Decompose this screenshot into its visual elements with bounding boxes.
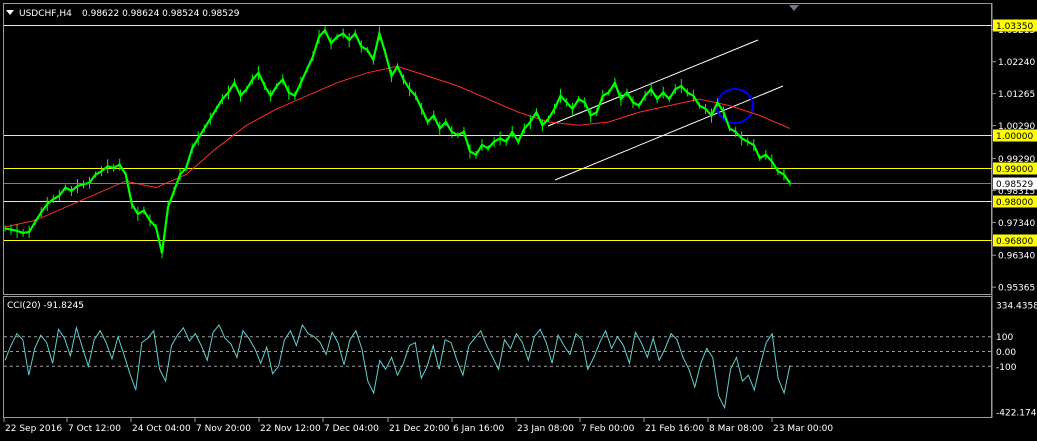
cci-axis-ticks: 334.4358 100 0.00 -100 -422.1749 <box>996 302 1037 419</box>
level-tag-text: 1.00000 <box>996 132 1033 142</box>
time-tick-label: 7 Oct 12:00 <box>68 424 121 434</box>
price-tick-label: 1.01265 <box>998 90 1035 100</box>
cci-tick-label: 100 <box>996 333 1013 343</box>
annotations <box>547 39 784 181</box>
main-pane-frame <box>3 3 992 295</box>
cci-tick-label: -100 <box>996 363 1017 373</box>
price-tick-label: 1.02240 <box>998 58 1035 68</box>
cci-title: CCI(20) -91.8245 <box>7 301 84 311</box>
time-tick-label: 21 Feb 16:00 <box>645 424 704 434</box>
menu-arrow-icon[interactable] <box>6 10 14 15</box>
time-tick-label: 8 Mar 08:00 <box>709 424 764 434</box>
time-tick-label: 6 Jan 16:00 <box>453 424 505 434</box>
time-tick-label: 21 Dec 20:00 <box>389 424 450 434</box>
cci-levels <box>4 336 992 367</box>
channel-upper-line <box>547 39 759 127</box>
symbol-label: USDCHF,H4 <box>19 9 72 19</box>
cci-tick-label: -422.1749 <box>996 409 1037 419</box>
time-tick-label: 22 Sep 2016 <box>5 424 62 434</box>
time-tick-label: 23 Jan 08:00 <box>517 424 574 434</box>
current-price-tag-text: 0.98529 <box>996 180 1033 190</box>
time-tick-label: 24 Oct 04:00 <box>132 424 191 434</box>
cci-pane-frame <box>3 296 992 418</box>
cci-tick-label: 334.4358 <box>996 302 1037 312</box>
time-tick-label: 23 Mar 00:00 <box>773 424 833 434</box>
level-tag-text: 0.98000 <box>996 198 1033 208</box>
current-price-tag: 0.98529 <box>4 177 1037 190</box>
level-tag-text: 0.99000 <box>996 165 1033 175</box>
time-tick-label: 7 Feb 00:00 <box>581 424 635 434</box>
level-tags: 1.03350 1.00000 0.99000 0.98000 0.96800 <box>993 19 1037 247</box>
scroll-marker-icon[interactable] <box>789 5 799 11</box>
moving-average <box>4 65 791 228</box>
chart-canvas: 1.032151.022401.012651.002900.992900.983… <box>3 3 1037 434</box>
price-tick-label: 0.97340 <box>998 219 1035 229</box>
level-tag-text: 1.03350 <box>996 22 1033 32</box>
level-tag-text: 0.96800 <box>996 237 1033 247</box>
time-axis: 22 Sep 2016 7 Oct 12:00 24 Oct 04:00 7 Nov … <box>3 418 833 434</box>
time-tick-label: 7 Dec 04:00 <box>324 424 379 434</box>
cci-tick-label: 0.00 <box>996 348 1016 358</box>
price-series <box>4 26 791 259</box>
price-tick-label: 0.96340 <box>998 252 1035 262</box>
ma-line <box>4 65 791 228</box>
horizontal-levels <box>4 25 992 241</box>
price-tick-label: 0.95365 <box>998 284 1035 294</box>
time-tick-label: 7 Nov 20:00 <box>196 424 251 434</box>
time-tick-label: 22 Nov 12:00 <box>260 424 321 434</box>
price-axis-ticks: 1.032151.022401.012651.002900.992900.983… <box>992 26 1035 294</box>
ohlc-label: 0.98622 0.98624 0.98524 0.98529 <box>82 9 240 19</box>
